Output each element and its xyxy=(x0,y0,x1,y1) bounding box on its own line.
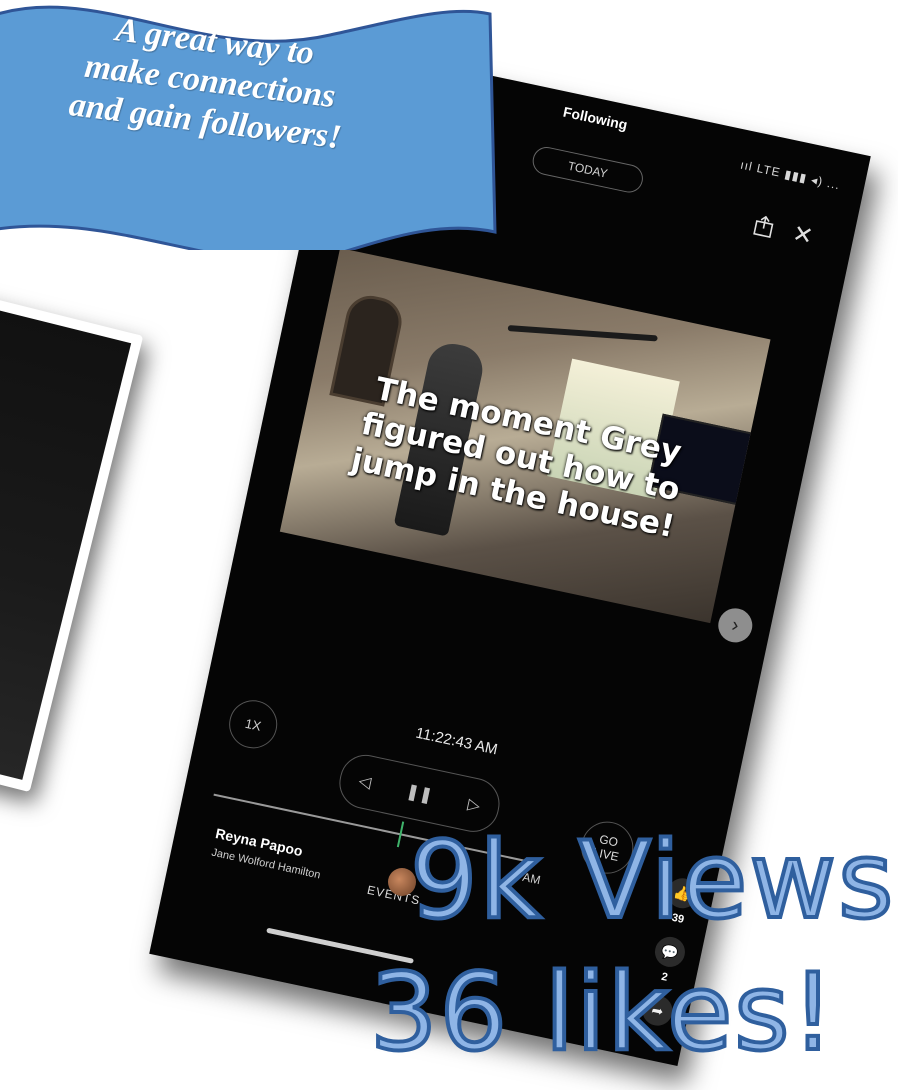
status-bar: ııl LTE ▮▮▮ ◂) ... xyxy=(739,157,842,193)
video-caption: The moment Grey figured out how to jump … xyxy=(348,370,685,546)
pause-icon[interactable]: ❚❚ xyxy=(404,781,434,806)
collage-canvas: Following ııl LTE ▮▮▮ ◂) ... TODAY ✕ The… xyxy=(0,0,898,1090)
video-timestamp: 11:22:43 AM xyxy=(414,724,500,759)
today-button[interactable]: TODAY xyxy=(530,144,646,196)
video-frame[interactable]: The moment Grey figured out how to jump … xyxy=(279,247,771,624)
banner: A great way to make connections and gain… xyxy=(0,0,500,263)
following-tab[interactable]: Following xyxy=(562,104,629,133)
likes-stat: 36 likes! xyxy=(368,951,837,1074)
previous-icon[interactable]: ◁ xyxy=(357,771,373,793)
share-icon[interactable] xyxy=(751,214,776,245)
views-stat: 9k Views! xyxy=(408,819,898,942)
left-photo-image xyxy=(0,290,132,780)
chevron-right-icon[interactable]: › xyxy=(715,605,756,646)
next-icon[interactable]: ▷ xyxy=(466,794,482,816)
video-ceiling-fan xyxy=(507,325,658,342)
close-icon[interactable]: ✕ xyxy=(790,220,815,251)
playback-speed-button[interactable]: 1X xyxy=(224,695,282,753)
left-photo-card xyxy=(0,277,144,793)
